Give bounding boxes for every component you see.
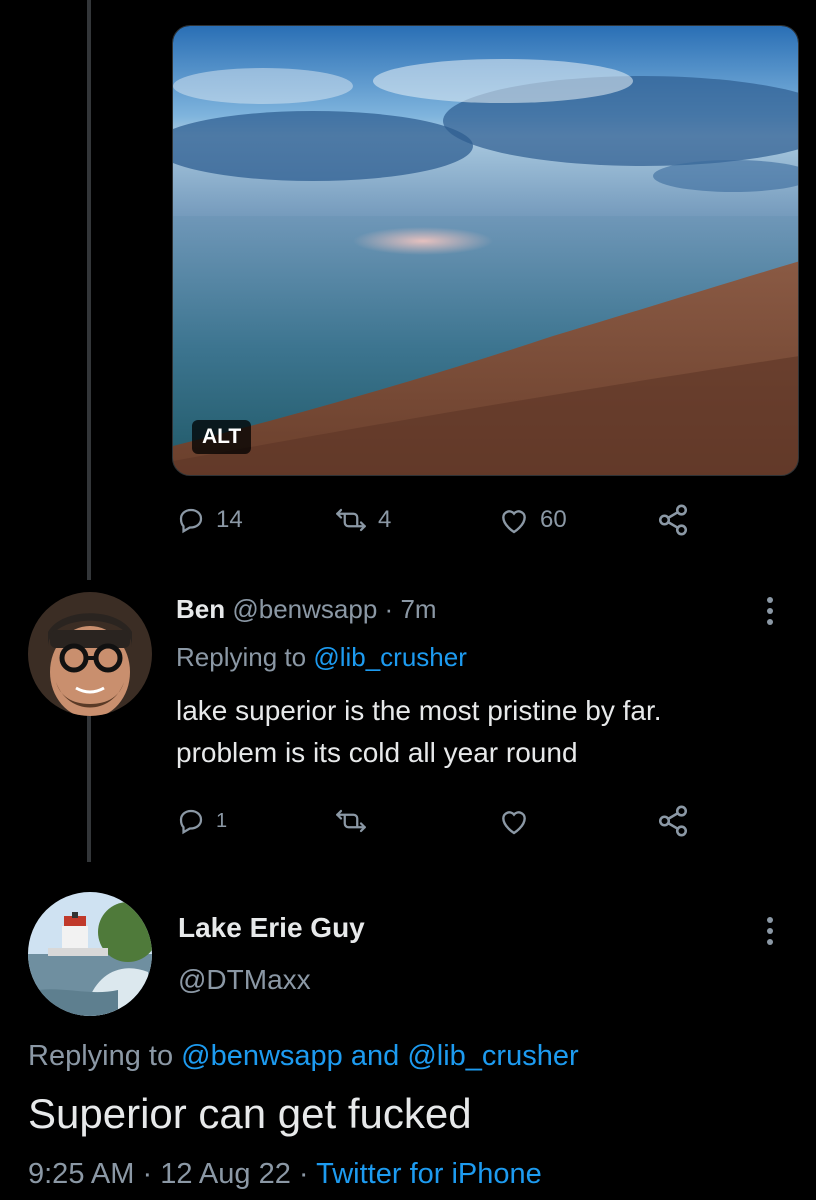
more-icon [767,917,773,945]
focus-handle[interactable]: @DTMaxx [178,964,311,996]
reply-count-2: 1 [216,809,228,832]
focus-source-link[interactable]: Twitter for iPhone [316,1158,542,1190]
avatar-ben[interactable] [28,592,152,716]
focus-meta-line: 9:25 AM · 12 Aug 22 · Twitter for iPhone [28,1158,542,1191]
tweet-media-image[interactable] [172,25,799,476]
retweet-count: 4 [378,506,392,533]
share-button[interactable] [656,503,690,537]
share-icon [658,504,688,536]
retweet-button-2[interactable] [334,806,368,836]
replying-to-link-2[interactable]: @lib_crusher [407,1040,578,1072]
like-button-2[interactable] [498,806,530,836]
like-count: 60 [540,506,567,533]
timestamp[interactable]: 7m [400,594,436,624]
replying-prefix: Replying to [176,642,307,672]
thread-line-middle [87,712,91,862]
retweet-button[interactable]: 4 [334,505,391,535]
focus-date[interactable]: 12 Aug 22 [160,1158,291,1190]
separator: · [384,594,394,624]
like-icon [502,510,526,534]
replying-and: and [350,1040,400,1072]
retweet-icon [336,809,366,833]
reply-button[interactable]: 14 [176,505,243,535]
share-icon [658,805,688,837]
avatar-lake-erie-guy[interactable] [28,892,152,1016]
focus-tweet-text: Superior can get fucked [28,1090,472,1137]
more-icon [767,597,773,625]
reply-more-button[interactable] [760,594,780,628]
reply-text-line1: lake superior is the most pristine by fa… [176,695,662,726]
focus-time[interactable]: 9:25 AM [28,1158,134,1190]
focus-display-name[interactable]: Lake Erie Guy [178,912,365,944]
focus-separator-2: · [298,1158,309,1190]
alt-badge[interactable]: ALT [192,420,252,454]
display-name[interactable]: Ben [176,594,225,624]
focus-replying-prefix: Replying to [28,1040,174,1072]
like-icon [502,811,526,835]
like-button[interactable]: 60 [498,505,567,535]
reply-icon [179,508,203,534]
handle[interactable]: @benwsapp [232,594,377,624]
reply-count: 14 [216,506,243,533]
replying-to-link-1[interactable]: @benwsapp [181,1040,343,1072]
share-button-2[interactable] [656,804,690,838]
retweet-icon [336,508,366,532]
replying-to-line: Replying to @lib_crusher [176,642,467,673]
focus-separator: · [142,1158,153,1190]
thread-line-top [87,0,91,580]
replying-to-link[interactable]: @lib_crusher [313,642,467,672]
focus-more-button[interactable] [760,914,780,948]
focus-replying-to-line: Replying to @benwsapp and @lib_crusher [28,1040,579,1073]
reply-author-line: Ben @benwsapp · 7m [176,594,437,625]
reply-tweet-text: lake superior is the most pristine by fa… [176,690,662,774]
reply-button-2[interactable]: 1 [176,806,227,836]
reply-icon [179,809,203,835]
reply-text-line2: problem is its cold all year round [176,737,578,768]
